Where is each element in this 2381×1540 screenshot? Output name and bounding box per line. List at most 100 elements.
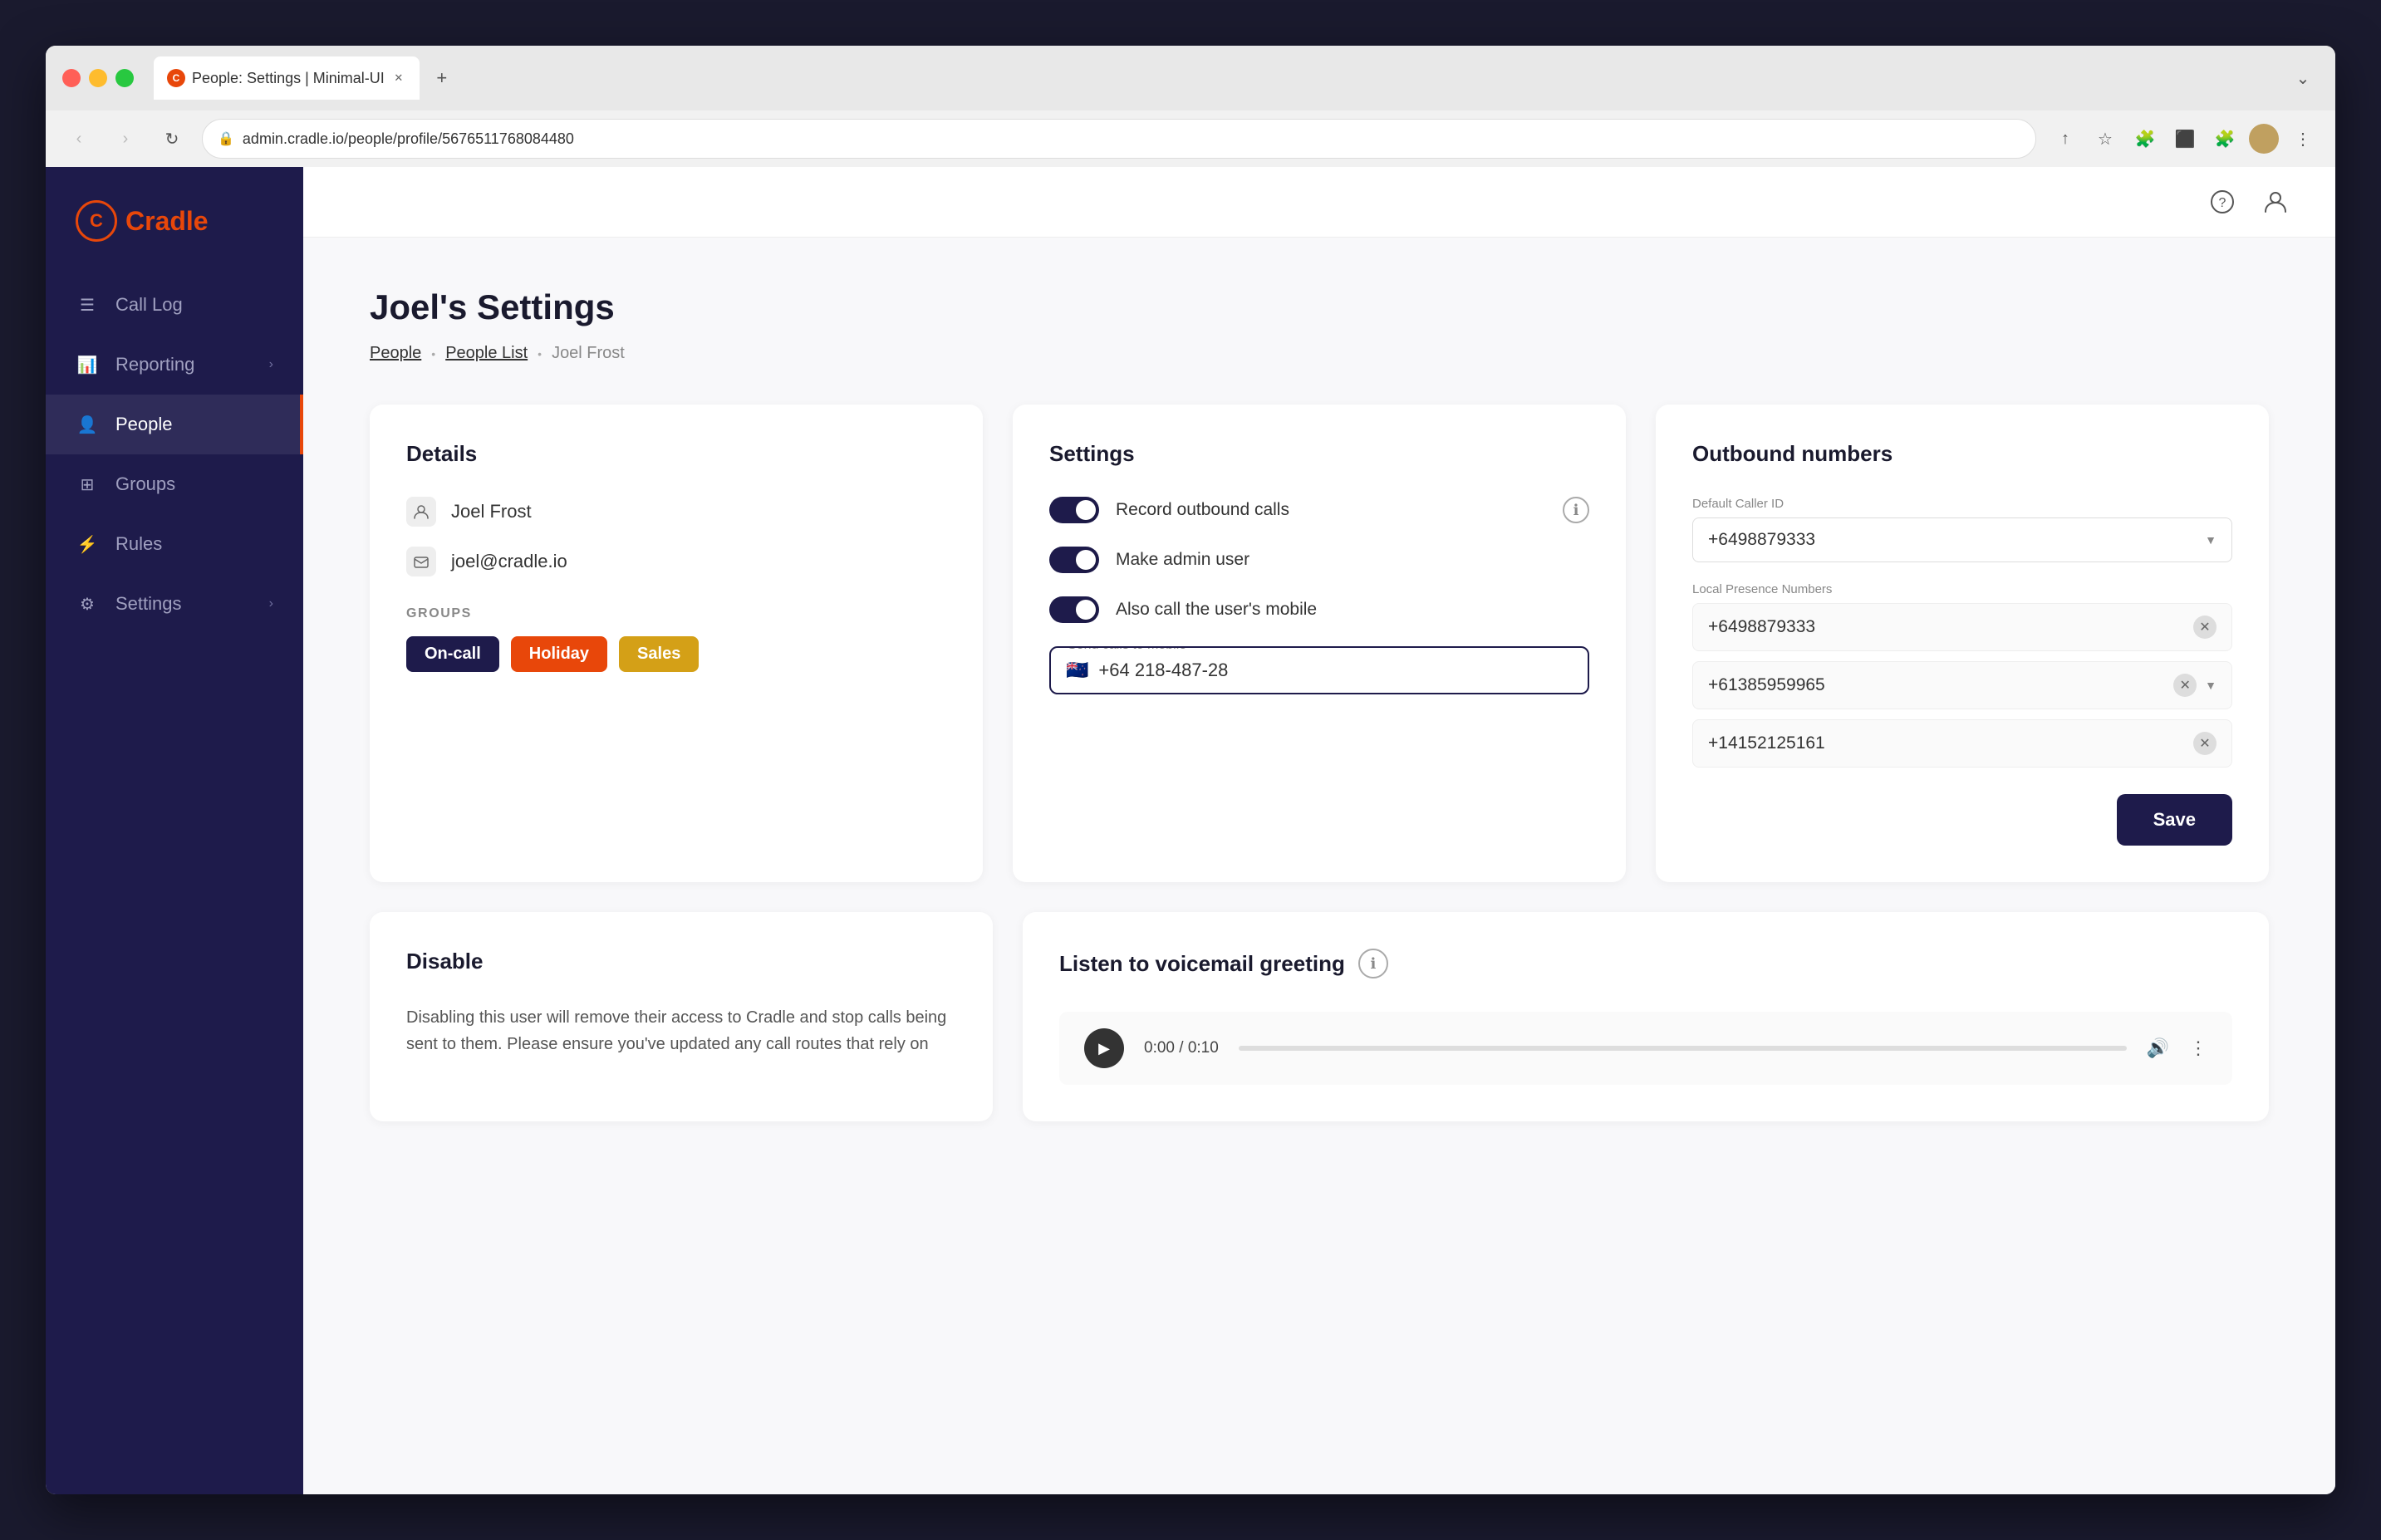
audio-player: ▶ 0:00 / 0:10 🔊 ⋮: [1059, 1012, 2232, 1085]
toggle-row-record: Record outbound calls ℹ: [1049, 497, 1589, 523]
disable-card-title: Disable: [406, 949, 956, 974]
sidebar-nav: ☰ Call Log 📊 Reporting › 👤 People: [46, 275, 303, 1469]
traffic-lights: [62, 69, 134, 87]
mobile-input-inner: 🇳🇿: [1051, 648, 1588, 693]
remove-number-2[interactable]: ✕: [2173, 674, 2197, 697]
toggle-row-admin: Make admin user: [1049, 547, 1589, 573]
toggle-call-mobile[interactable]: [1049, 596, 1099, 623]
sidebar-logo: C Cradle: [46, 192, 303, 275]
help-icon[interactable]: ?: [2204, 184, 2241, 220]
main-header: ?: [303, 167, 2335, 238]
default-caller-value: +6498879333: [1708, 530, 1815, 550]
browser-toolbar: ‹ › ↻ 🔒 admin.cradle.io/people/profile/5…: [46, 110, 2335, 167]
cast-icon[interactable]: ⬛: [2169, 123, 2201, 154]
toggle-knob-admin: [1076, 550, 1096, 570]
toggle-record-outbound[interactable]: [1049, 497, 1099, 523]
nz-flag-icon: 🇳🇿: [1066, 660, 1088, 681]
remove-number-3[interactable]: ✕: [2193, 732, 2217, 755]
minimize-button[interactable]: [89, 69, 107, 87]
toggle-info-icon[interactable]: ℹ: [1563, 497, 1589, 523]
user-profile-icon[interactable]: [2257, 184, 2294, 220]
page-title: Joel's Settings: [370, 287, 2269, 327]
number-chip-2: +61385959965 ✕ ▼: [1692, 661, 2232, 709]
breadcrumb-current: Joel Frost: [552, 344, 625, 363]
people-icon: 👤: [76, 413, 99, 436]
back-button[interactable]: ‹: [62, 122, 96, 155]
menu-icon[interactable]: ⋮: [2287, 123, 2319, 154]
settings-card: Settings Record outbound calls ℹ: [1013, 405, 1626, 882]
reporting-icon: 📊: [76, 353, 99, 376]
rules-icon: ⚡: [76, 532, 99, 556]
logo-text: Cradle: [125, 206, 209, 237]
user-avatar[interactable]: [2249, 124, 2279, 154]
main-content: ? Joel's Settings People • People List •: [303, 167, 2335, 1494]
number-arrow-icon: ▼: [2205, 679, 2217, 692]
reporting-chevron: ›: [269, 357, 273, 372]
toggle-label-record: Record outbound calls: [1116, 500, 1289, 520]
sidebar-item-settings[interactable]: ⚙ Settings ›: [46, 574, 303, 634]
number-chip-1: +6498879333 ✕: [1692, 603, 2232, 651]
group-badge-holiday: Holiday: [511, 636, 607, 672]
voicemail-info-icon[interactable]: ℹ: [1358, 949, 1388, 978]
toggle-row-mobile: Also call the user's mobile: [1049, 596, 1589, 623]
outbound-card-title: Outbound numbers: [1692, 441, 2232, 467]
disable-card: Disable Disabling this user will remove …: [370, 912, 993, 1121]
details-card: Details Joel Frost: [370, 405, 983, 882]
settings-card-title: Settings: [1049, 441, 1589, 467]
settings-icon: ⚙: [76, 592, 99, 616]
top-cards-grid: Details Joel Frost: [370, 405, 2269, 882]
extension-icon[interactable]: 🧩: [2129, 123, 2161, 154]
tab-close-button[interactable]: ✕: [391, 71, 406, 86]
logo-icon: C: [76, 200, 117, 242]
disable-card-text: Disabling this user will remove their ac…: [406, 1004, 956, 1057]
number-value-1: +6498879333: [1708, 617, 1815, 637]
sidebar-item-groups[interactable]: ⊞ Groups: [46, 454, 303, 514]
sidebar-item-reporting[interactable]: 📊 Reporting ›: [46, 335, 303, 395]
progress-bar[interactable]: [1239, 1046, 2127, 1051]
save-button[interactable]: Save: [2117, 794, 2232, 846]
toggle-make-admin[interactable]: [1049, 547, 1099, 573]
details-card-title: Details: [406, 441, 946, 467]
sidebar-item-people[interactable]: 👤 People: [46, 395, 303, 454]
breadcrumb-people[interactable]: People: [370, 344, 421, 363]
mobile-input-label: Send calls to mobile: [1063, 646, 1191, 653]
time-display: 0:00 / 0:10: [1144, 1039, 1219, 1057]
svg-text:?: ?: [2219, 196, 2226, 210]
forward-button[interactable]: ›: [109, 122, 142, 155]
tab-favicon: C: [167, 69, 185, 87]
sidebar-label-people: People: [115, 414, 173, 435]
mobile-number-input[interactable]: [1098, 660, 1573, 681]
group-badge-oncall: On-call: [406, 636, 499, 672]
sidebar-item-rules[interactable]: ⚡ Rules: [46, 514, 303, 574]
person-name-field: Joel Frost: [406, 497, 946, 527]
breadcrumb: People • People List • Joel Frost: [370, 344, 2269, 363]
close-button[interactable]: [62, 69, 81, 87]
active-tab[interactable]: C People: Settings | Minimal-UI ✕: [154, 56, 420, 100]
remove-number-1[interactable]: ✕: [2193, 616, 2217, 639]
select-arrow-icon: ▼: [2205, 533, 2217, 547]
settings-chevron: ›: [269, 596, 273, 611]
browser-window: C People: Settings | Minimal-UI ✕ + ⌄ ‹ …: [46, 46, 2335, 1494]
bookmark-icon[interactable]: ☆: [2089, 123, 2121, 154]
refresh-button[interactable]: ↻: [155, 122, 189, 155]
breadcrumb-sep-2: •: [538, 347, 542, 360]
default-caller-label: Default Caller ID: [1692, 497, 2232, 511]
new-tab-button[interactable]: +: [426, 62, 458, 94]
more-options-icon[interactable]: ⋮: [2189, 1037, 2207, 1059]
outbound-card: Outbound numbers Default Caller ID +6498…: [1656, 405, 2269, 882]
fullscreen-button[interactable]: [115, 69, 134, 87]
breadcrumb-people-list[interactable]: People List: [445, 344, 528, 363]
voicemail-card: Listen to voicemail greeting ℹ ▶ 0:00 / …: [1023, 912, 2269, 1121]
sidebar-item-call-log[interactable]: ☰ Call Log: [46, 275, 303, 335]
puzzle-icon[interactable]: 🧩: [2209, 123, 2241, 154]
toggle-label-admin: Make admin user: [1116, 550, 1249, 570]
share-icon[interactable]: ↑: [2050, 123, 2081, 154]
groups-list: On-call Holiday Sales: [406, 636, 946, 672]
default-caller-select[interactable]: +6498879333 ▼: [1692, 517, 2232, 562]
address-bar[interactable]: 🔒 admin.cradle.io/people/profile/5676511…: [202, 119, 2036, 159]
sidebar-label-settings: Settings: [115, 593, 182, 615]
sidebar: C Cradle ☰ Call Log 📊 Reporting ›: [46, 167, 303, 1494]
play-button[interactable]: ▶: [1084, 1028, 1124, 1068]
volume-icon[interactable]: 🔊: [2147, 1037, 2169, 1059]
email-icon: [406, 547, 436, 576]
